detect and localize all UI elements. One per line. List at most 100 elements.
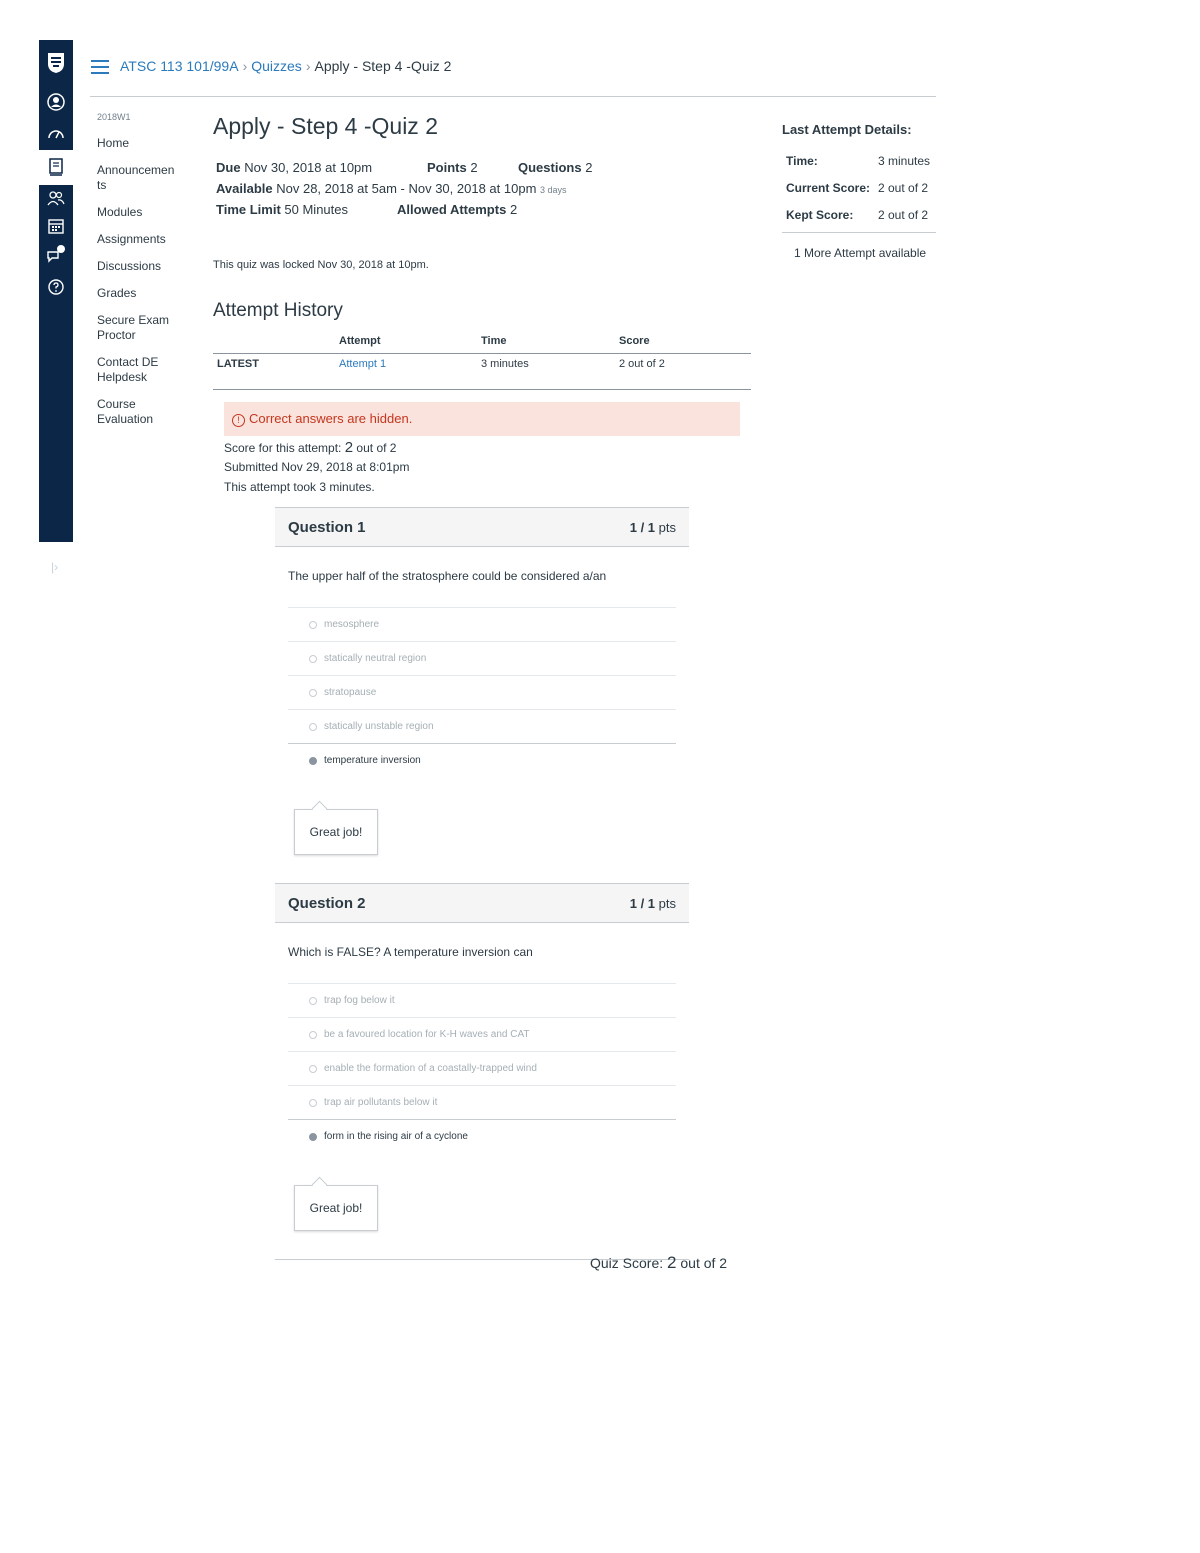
collapse-nav-icon[interactable]: |› — [51, 560, 58, 574]
attempt-link[interactable]: Attempt 1 — [339, 358, 386, 370]
answer-option: trap fog below it — [288, 983, 676, 1017]
answer-text: stratopause — [324, 687, 377, 698]
question-points: 1 / 1 pts — [630, 896, 676, 911]
sidebar-divider — [782, 232, 936, 233]
breadcrumb-separator: › — [305, 58, 311, 74]
available-duration: 3 days — [540, 185, 567, 195]
calendar-icon[interactable] — [46, 216, 66, 236]
answer-option-selected: temperature inversion — [288, 743, 676, 777]
last-attempt-sidebar: Last Attempt Details: Time: 3 minutes Cu… — [782, 122, 936, 261]
duration-line: This attempt took 3 minutes. — [224, 480, 375, 494]
radio-button — [309, 722, 317, 731]
sidebar-title: Last Attempt Details: — [782, 122, 912, 137]
attempt-history-table: Attempt Time Score LATEST Attempt 1 3 mi… — [213, 335, 751, 374]
quiz-score-prefix: Quiz Score: — [590, 1255, 664, 1271]
answer-text: enable the formation of a coastally-trap… — [324, 1063, 537, 1074]
availability: Available Nov 28, 2018 at 5am - Nov 30, … — [216, 181, 567, 196]
course-nav-grades[interactable]: Grades — [97, 286, 197, 301]
groups-icon[interactable] — [46, 188, 66, 208]
question-header: Question 1 1 / 1 pts — [275, 507, 689, 547]
points: Points 2 — [427, 160, 478, 175]
radio-button — [309, 1064, 317, 1073]
attempt-time: 3 minutes — [481, 358, 529, 370]
course-nav-announcements[interactable]: Announcemen ts — [97, 163, 182, 193]
course-nav-course-evaluation[interactable]: Course Evaluation — [97, 397, 167, 427]
history-divider — [213, 389, 751, 390]
breadcrumb-current: Apply - Step 4 -Quiz 2 — [314, 58, 452, 74]
logo-icon[interactable] — [47, 52, 65, 74]
quiz-score: Quiz Score: 2 out of 2 — [590, 1253, 727, 1273]
due-date: Due Nov 30, 2018 at 10pm — [216, 160, 372, 175]
comment-text: Great job! — [294, 809, 378, 855]
column-header: Time — [481, 335, 507, 347]
course-nav-contact-de-helpdesk[interactable]: Contact DE Helpdesk — [97, 355, 172, 385]
answer-option: statically neutral region — [288, 641, 676, 675]
questions-count: Questions 2 — [518, 160, 592, 175]
sidebar-current-label: Current Score: — [786, 181, 871, 195]
dashboard-icon[interactable] — [46, 123, 66, 143]
answer-text: trap air pollutants below it — [324, 1097, 438, 1108]
sidebar-time-row: Time: 3 minutes — [782, 151, 936, 172]
answer-option: statically unstable region — [288, 709, 676, 743]
answer-text: trap fog below it — [324, 995, 395, 1006]
allowed-attempts-label: Allowed Attempts — [397, 202, 507, 217]
help-icon[interactable] — [46, 277, 66, 297]
sidebar-time-value: 3 minutes — [878, 154, 931, 168]
sidebar-kept-row: Kept Score: 2 out of 2 — [782, 205, 936, 226]
breadcrumb-quizzes-link[interactable]: Quizzes — [251, 58, 302, 74]
breadcrumb: ATSC 113 101/99A › Quizzes › Apply - Step 4 … — [120, 58, 451, 74]
alert-text: Correct answers are hidden. — [249, 411, 413, 426]
account-icon[interactable] — [46, 92, 66, 112]
question-title: Question 1 — [288, 518, 366, 536]
latest-tag: LATEST — [217, 358, 259, 370]
course-nav-secure-exam-proctor[interactable]: Secure Exam Proctor — [97, 313, 177, 343]
allowed-attempts-value: 2 — [509, 202, 518, 217]
global-nav: |› — [39, 40, 73, 574]
sidebar-kept-value: 2 out of 2 — [878, 208, 929, 222]
radio-button — [309, 1098, 317, 1107]
table-header: Attempt Time Score — [213, 335, 751, 354]
radio-button — [309, 996, 317, 1005]
inbox-icon[interactable] — [46, 244, 66, 264]
attempt-score-prefix: Score for this attempt: — [224, 441, 342, 455]
attempt-score: 2 out of 2 — [619, 358, 665, 370]
question-points: 1 / 1 pts — [630, 520, 676, 535]
radio-button-selected — [309, 1132, 317, 1141]
radio-button-selected — [309, 756, 317, 765]
course-nav-discussions[interactable]: Discussions — [97, 259, 197, 274]
course-nav-home[interactable]: Home — [97, 136, 197, 151]
courses-icon[interactable] — [46, 157, 66, 177]
attempt-score-value: 2 — [344, 439, 354, 456]
breadcrumb-course-link[interactable]: ATSC 113 101/99A — [120, 58, 239, 74]
question-text: Which is FALSE? A temperature inversion … — [288, 945, 533, 959]
attempt-score-suffix: out of 2 — [356, 441, 397, 455]
points-earned: 1 / 1 — [629, 519, 656, 535]
radio-button — [309, 1030, 317, 1039]
answer-option: be a favoured location for K-H waves and… — [288, 1017, 676, 1051]
question-card: Question 1 1 / 1 pts The upper half of t… — [275, 507, 689, 884]
question-card: Question 2 1 / 1 pts Which is FALSE? A t… — [275, 883, 689, 1260]
answer-option: mesosphere — [288, 607, 676, 641]
quiz-score-value: 2 — [667, 1253, 677, 1272]
answer-comment: Great job! — [294, 800, 689, 883]
answer-option: enable the formation of a coastally-trap… — [288, 1051, 676, 1085]
answer-text: mesosphere — [324, 619, 380, 630]
hamburger-menu-icon[interactable] — [91, 60, 109, 74]
time-limit: Time Limit 50 Minutes — [216, 202, 348, 217]
quiz-score-suffix: out of 2 — [680, 1255, 728, 1271]
answer-option-selected: form in the rising air of a cyclone — [288, 1119, 676, 1153]
time-limit-label: Time Limit — [216, 202, 281, 217]
radio-button — [309, 620, 317, 629]
breadcrumb-separator: › — [242, 58, 248, 74]
points-label: Points — [427, 160, 467, 175]
answer-text: statically neutral region — [324, 653, 427, 664]
due-label: Due — [216, 160, 241, 175]
locked-message: This quiz was locked Nov 30, 2018 at 10p… — [213, 259, 429, 271]
points-earned: 1 / 1 — [629, 895, 656, 911]
course-nav-assignments[interactable]: Assignments — [97, 232, 197, 247]
attempt-history-heading: Attempt History — [213, 300, 343, 321]
course-nav-modules[interactable]: Modules — [97, 205, 197, 220]
page-title: Apply - Step 4 -Quiz 2 — [213, 113, 438, 139]
column-header: Score — [619, 335, 650, 347]
answer-comment: Great job! — [294, 1176, 689, 1259]
